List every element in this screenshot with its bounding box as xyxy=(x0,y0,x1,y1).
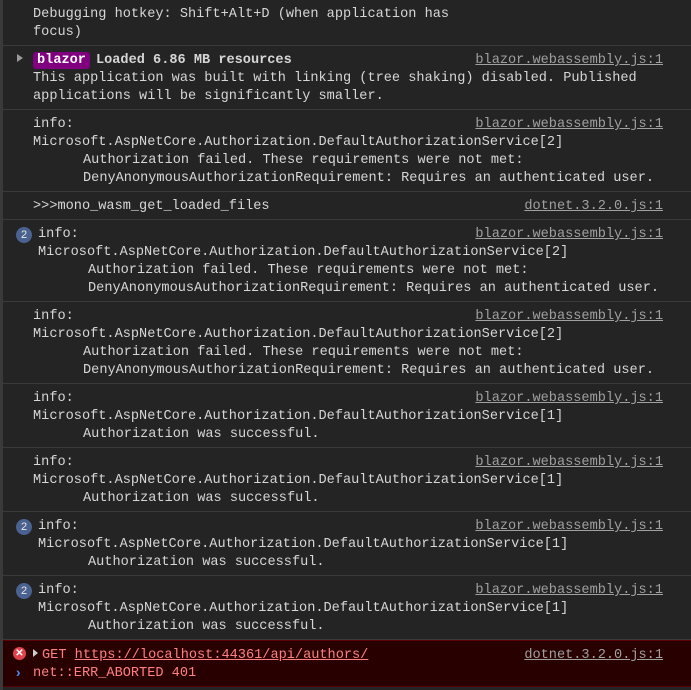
source-link[interactable]: blazor.webassembly.js:1 xyxy=(467,226,663,244)
repeat-count-badge: 2 xyxy=(16,519,32,535)
console-message-row: info: Microsoft.AspNetCore.Authorization.… xyxy=(3,302,691,384)
source-link[interactable]: blazor.webassembly.js:1 xyxy=(467,52,663,70)
message-line: Microsoft.AspNetCore.Authorization.Defau… xyxy=(33,326,691,344)
message-text: info: xyxy=(38,583,79,598)
source-link[interactable]: blazor.webassembly.js:1 xyxy=(467,116,663,134)
message-line: DenyAnonymousAuthorizationRequirement: R… xyxy=(38,280,691,298)
expand-triangle-icon[interactable] xyxy=(17,54,23,62)
message-text: Authorization failed. These requirements… xyxy=(83,153,524,168)
source-link[interactable]: blazor.webassembly.js:1 xyxy=(467,390,663,408)
console-error-row[interactable]: ✕ GET https://localhost:44361/api/author… xyxy=(3,640,691,687)
repeat-count-badge: 2 xyxy=(16,583,32,599)
message-text: Authorization was successful. xyxy=(88,619,325,634)
message-text: >>>mono_wasm_get_loaded_files xyxy=(33,199,270,214)
message-text: Authorization failed. These requirements… xyxy=(83,345,524,360)
message-text: applications will be significantly small… xyxy=(33,89,384,104)
console-message-row: 2 info: Microsoft.AspNetCore.Authorization… xyxy=(3,576,691,640)
message-line: Microsoft.AspNetCore.Authorization.Defau… xyxy=(33,408,691,426)
message-text: DenyAnonymousAuthorizationRequirement: R… xyxy=(83,363,655,378)
source-link[interactable]: blazor.webassembly.js:1 xyxy=(467,582,663,600)
console-message-row: info: Microsoft.AspNetCore.Authorization.… xyxy=(3,110,691,192)
message-text: Microsoft.AspNetCore.Authorization.Defau… xyxy=(33,473,564,488)
message-line: Authorization failed. These requirements… xyxy=(33,344,691,362)
message-text: Loaded 6.86 MB resources xyxy=(95,53,292,68)
message-text: This application was built with linking … xyxy=(33,71,637,86)
message-text: Microsoft.AspNetCore.Authorization.Defau… xyxy=(33,409,564,424)
console-message-row: info: Microsoft.AspNetCore.Authorization.… xyxy=(3,448,691,512)
message-line: DenyAnonymousAuthorizationRequirement: R… xyxy=(33,362,691,380)
message-text: Microsoft.AspNetCore.Authorization.Defau… xyxy=(33,327,564,342)
message-text: Microsoft.AspNetCore.Authorization.Defau… xyxy=(38,245,569,260)
message-line: Authorization was successful. xyxy=(33,426,691,444)
console-message-row[interactable]: blazor Loaded 6.86 MB resources This appli… xyxy=(3,46,691,110)
message-text: Debugging hotkey: Shift+Alt+D (when appl… xyxy=(33,7,450,22)
message-line: Authorization was successful. xyxy=(33,490,691,508)
source-link[interactable]: dotnet.3.2.0.js:1 xyxy=(516,647,663,665)
message-text: Authorization was successful. xyxy=(83,427,320,442)
message-line: Authorization failed. These requirements… xyxy=(38,262,691,280)
blazor-tag: blazor xyxy=(33,52,90,69)
message-text: focus) xyxy=(33,25,82,40)
message-line: Authorization failed. These requirements… xyxy=(33,152,691,170)
message-text: info: xyxy=(33,391,74,406)
message-text: info: xyxy=(38,227,79,242)
console-message-row: info: Microsoft.AspNetCore.Authorization.… xyxy=(3,384,691,448)
message-line: focus) xyxy=(33,24,691,42)
message-line: Microsoft.AspNetCore.Authorization.Defau… xyxy=(33,472,691,490)
message-text: info: xyxy=(33,455,74,470)
message-text: DenyAnonymousAuthorizationRequirement: R… xyxy=(83,171,655,186)
source-link[interactable]: blazor.webassembly.js:1 xyxy=(467,454,663,472)
message-text: info: xyxy=(38,519,79,534)
message-line: This application was built with linking … xyxy=(33,70,691,88)
message-text: Microsoft.AspNetCore.Authorization.Defau… xyxy=(33,135,564,150)
message-text: Microsoft.AspNetCore.Authorization.Defau… xyxy=(38,601,569,616)
request-method: GET xyxy=(42,648,67,663)
message-line: DenyAnonymousAuthorizationRequirement: R… xyxy=(33,170,691,188)
message-line: Authorization was successful. xyxy=(38,618,691,636)
error-icon: ✕ xyxy=(13,647,26,660)
message-line: applications will be significantly small… xyxy=(33,88,691,106)
message-line: Microsoft.AspNetCore.Authorization.Defau… xyxy=(33,134,691,152)
repeat-count-badge: 2 xyxy=(16,227,32,243)
message-line: Authorization was successful. xyxy=(38,554,691,572)
message-text: info: xyxy=(33,117,74,132)
source-link[interactable]: blazor.webassembly.js:1 xyxy=(467,518,663,536)
message-text: Microsoft.AspNetCore.Authorization.Defau… xyxy=(38,537,569,552)
message-text: info: xyxy=(33,309,74,324)
message-line: Microsoft.AspNetCore.Authorization.Defau… xyxy=(38,244,691,262)
message-text: Authorization was successful. xyxy=(88,555,325,570)
message-text: Authorization was successful. xyxy=(83,491,320,506)
console-message-row: 2 info: Microsoft.AspNetCore.Authorization… xyxy=(3,512,691,576)
request-url-link[interactable]: https://localhost:44361/api/authors/ xyxy=(75,648,369,663)
console-prompt-icon[interactable]: › xyxy=(14,666,22,682)
console-message-row: 2 info: Microsoft.AspNetCore.Authorization… xyxy=(3,220,691,302)
message-line: Debugging hotkey: Shift+Alt+D (when appl… xyxy=(33,6,691,24)
message-line: Microsoft.AspNetCore.Authorization.Defau… xyxy=(38,536,691,554)
source-link[interactable]: blazor.webassembly.js:1 xyxy=(467,308,663,326)
error-status: net::ERR_ABORTED 401 xyxy=(33,666,197,681)
message-text: Authorization failed. These requirements… xyxy=(88,263,529,278)
expand-triangle-icon[interactable] xyxy=(33,649,38,657)
source-link[interactable]: dotnet.3.2.0.js:1 xyxy=(516,198,663,216)
console-message-row: >>>mono_wasm_get_loaded_files dotnet.3.2.… xyxy=(3,192,691,220)
console-log: Debugging hotkey: Shift+Alt+D (when appl… xyxy=(3,0,691,640)
console-message-row: Debugging hotkey: Shift+Alt+D (when appl… xyxy=(3,0,691,46)
message-line: Microsoft.AspNetCore.Authorization.Defau… xyxy=(38,600,691,618)
message-text: DenyAnonymousAuthorizationRequirement: R… xyxy=(88,281,660,296)
